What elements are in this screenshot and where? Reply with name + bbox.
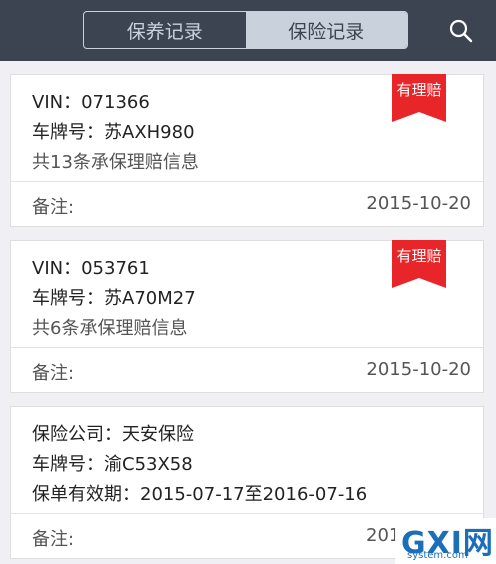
plate-number-text: 车牌号：渝C53X58	[32, 454, 193, 475]
card-body: VIN：071366 车牌号：苏AXH980 共13条承保理赔信息 有理赔	[11, 74, 483, 181]
record-date: 2015-10-20	[366, 193, 471, 214]
watermark-sub-text: system.com	[407, 550, 468, 561]
record-date: 2015-10-20	[366, 359, 471, 380]
record-type-segmented-control: 保养记录 保险记录	[83, 11, 408, 49]
insurer-text: 保险公司：天安保险	[32, 424, 194, 445]
site-watermark-logo: GXI网 system.com	[395, 518, 496, 564]
card-footer: 备注: 2015-10-20	[11, 347, 483, 392]
vin-text: VIN：053761	[32, 258, 150, 279]
search-icon[interactable]	[447, 17, 475, 45]
has-claims-ribbon: 有理赔	[392, 240, 446, 288]
card-footer: 备注: 2015-10-20	[11, 181, 483, 226]
insurance-record-card[interactable]: VIN：071366 车牌号：苏AXH980 共13条承保理赔信息 有理赔 备注…	[10, 74, 484, 227]
note-label: 备注:	[32, 529, 75, 550]
policy-validity-text: 保单有效期：2015-07-17至2016-07-16	[32, 484, 368, 505]
note-label: 备注:	[32, 197, 75, 218]
insurance-record-card[interactable]: VIN：053761 车牌号：苏A70M27 共6条承保理赔信息 有理赔 备注:…	[10, 240, 484, 393]
note-label: 备注:	[32, 363, 75, 384]
plate-number-text: 车牌号：苏A70M27	[32, 288, 196, 309]
plate-number-text: 车牌号：苏AXH980	[32, 122, 195, 143]
has-claims-badge-label: 有理赔	[396, 81, 442, 99]
top-nav-bar: 保养记录 保险记录	[0, 0, 496, 61]
vin-text: VIN：071366	[32, 92, 150, 113]
card-body: VIN：053761 车牌号：苏A70M27 共6条承保理赔信息 有理赔	[11, 240, 483, 347]
claims-count-text: 共13条承保理赔信息	[32, 152, 199, 173]
claims-count-text: 共6条承保理赔信息	[32, 318, 188, 339]
tab-insurance-records[interactable]: 保险记录	[245, 12, 407, 48]
tab-maintenance-records[interactable]: 保养记录	[84, 12, 246, 48]
has-claims-badge-label: 有理赔	[396, 247, 442, 265]
card-body: 保险公司：天安保险 车牌号：渝C53X58 保单有效期：2015-07-17至2…	[11, 407, 483, 513]
has-claims-ribbon: 有理赔	[392, 74, 446, 122]
